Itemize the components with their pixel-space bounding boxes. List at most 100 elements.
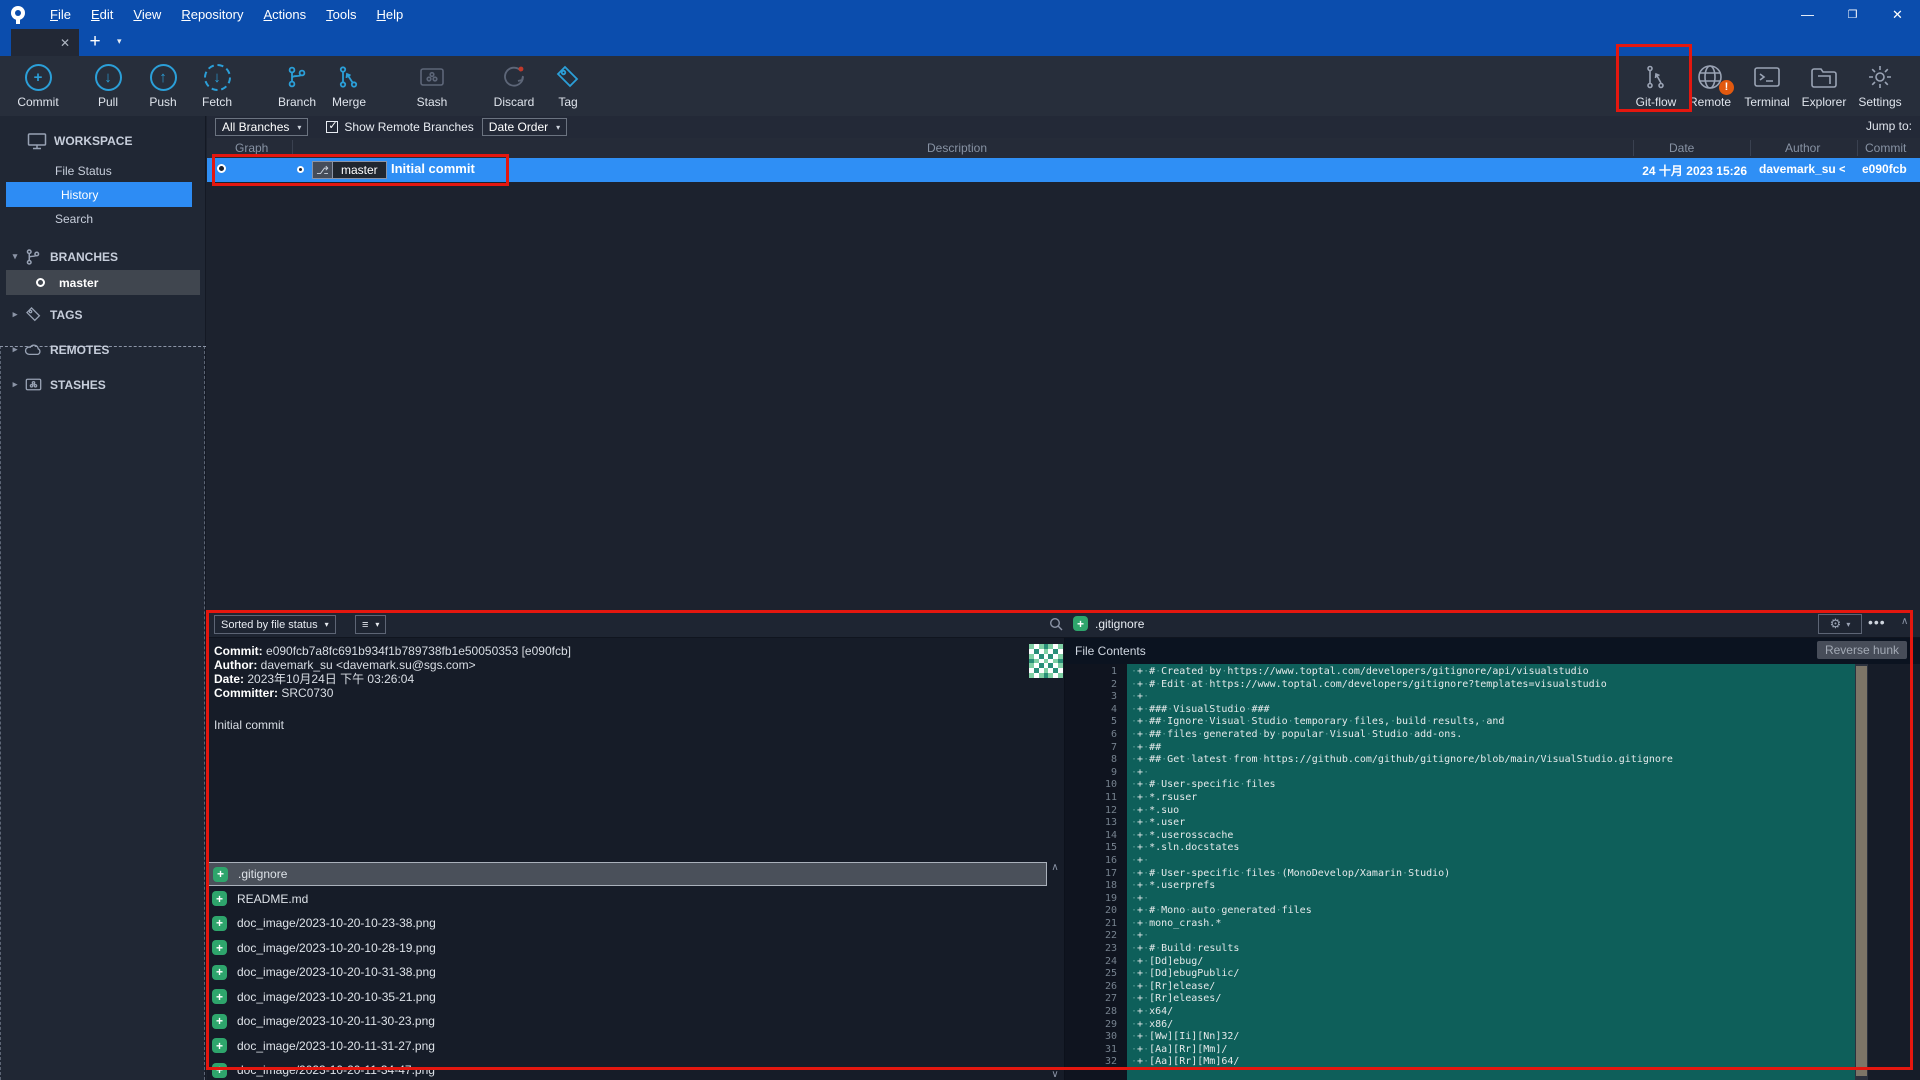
discard-label: Discard xyxy=(494,95,535,109)
diff-line-text: ·+·## xyxy=(1127,742,1855,755)
minimize-button[interactable]: — xyxy=(1785,0,1830,29)
file-row[interactable]: +doc_image/2023-10-20-10-31-38.png xyxy=(207,960,1047,984)
repository-tab[interactable]: ✕ xyxy=(11,29,79,56)
collapse-panel-icon[interactable]: ∧ xyxy=(1901,616,1908,627)
restore-button[interactable]: ❐ xyxy=(1830,0,1875,29)
discard-icon xyxy=(499,62,529,92)
cloud-icon xyxy=(22,343,44,357)
sidebar-section-branches[interactable]: ▾BRANCHES xyxy=(0,244,206,269)
file-row[interactable]: +doc_image/2023-10-20-10-35-21.png xyxy=(207,985,1047,1009)
diff-line-text: ·+·[Aa][Rr][Mm]64/ xyxy=(1127,1056,1855,1069)
chevron-right-icon: ▸ xyxy=(8,379,22,390)
sidebar-item-search[interactable]: Search xyxy=(0,206,206,231)
file-row[interactable]: +.gitignore xyxy=(207,862,1047,886)
file-row[interactable]: +doc_image/2023-10-20-11-31-27.png xyxy=(207,1034,1047,1058)
diff-settings-dropdown[interactable]: ⚙▾ xyxy=(1818,614,1862,634)
column-author[interactable]: Author xyxy=(1785,141,1820,155)
tab-close-icon[interactable]: ✕ xyxy=(60,36,79,50)
column-graph[interactable]: Graph xyxy=(235,141,268,155)
detail-toolbar: Sorted by file status▾ ≡▾ + .gitignore ⚙… xyxy=(207,610,1920,638)
fetch-button[interactable]: ↓Fetch xyxy=(179,62,255,109)
diff-line-number: 5 xyxy=(1065,716,1127,729)
diff-scrollbar[interactable] xyxy=(1855,664,1868,1080)
merge-label: Merge xyxy=(332,95,366,109)
column-description[interactable]: Description xyxy=(927,141,987,155)
settings-gear-icon xyxy=(1865,62,1895,92)
file-row[interactable]: +doc_image/2023-10-20-10-23-38.png xyxy=(207,911,1047,935)
commit-row[interactable]: ⎇ master Initial commit 24 十月 2023 15:26… xyxy=(207,158,1920,182)
diff-line-text: ·+·[Dd]ebug/ xyxy=(1127,956,1855,969)
sort-order-dropdown[interactable]: Date Order▾ xyxy=(482,118,567,136)
sidebar-item-file-status[interactable]: File Status xyxy=(0,158,206,183)
sidebar-label: REMOTES xyxy=(50,343,109,357)
file-row[interactable]: +doc_image/2023-10-20-11-30-23.png xyxy=(207,1009,1047,1033)
menu-item-actions[interactable]: Actions xyxy=(253,0,316,29)
main-toolbar: +Commit↓Pull↑Push↓FetchBranchMergeStashD… xyxy=(0,56,1920,116)
sidebar-section-workspace[interactable]: WORKSPACE xyxy=(0,128,206,153)
file-row[interactable]: +doc_image/2023-10-20-11-34-47.png xyxy=(207,1058,1047,1080)
diff-line-number: 10 xyxy=(1065,779,1127,792)
menu-item-help[interactable]: Help xyxy=(366,0,413,29)
diff-line: 1·+·#·Created·by·https://www.toptal.com/… xyxy=(1065,666,1855,679)
sidebar-item-history[interactable]: History xyxy=(6,182,192,207)
sidebar-label: WORKSPACE xyxy=(54,134,132,148)
view-options-dropdown[interactable]: ≡▾ xyxy=(355,615,386,634)
menu-item-view[interactable]: View xyxy=(123,0,171,29)
stash-button[interactable]: Stash xyxy=(394,62,470,109)
commit-button[interactable]: +Commit xyxy=(0,62,76,109)
file-added-icon: + xyxy=(212,1038,227,1053)
tab-dropdown-icon[interactable]: ▾ xyxy=(117,36,122,47)
column-commit[interactable]: Commit xyxy=(1865,141,1906,155)
chevron-right-icon: ▸ xyxy=(8,344,22,355)
file-row[interactable]: +README.md xyxy=(207,887,1047,911)
menu-item-tools[interactable]: Tools xyxy=(316,0,366,29)
diff-line-text: ·+·#·Build·results xyxy=(1127,943,1855,956)
history-graph-area[interactable] xyxy=(207,182,1920,610)
diff-line-text: ·+·##·Ignore·Visual·Studio·temporary·fil… xyxy=(1127,716,1855,729)
settings-button[interactable]: Settings xyxy=(1842,62,1918,109)
file-added-icon: + xyxy=(212,940,227,955)
branch-icon xyxy=(22,248,44,266)
diff-line: 23·+·#·Build·results xyxy=(1065,943,1855,956)
sidebar-section-stashes[interactable]: ▸STASHES xyxy=(0,372,206,397)
more-options-button[interactable]: ••• xyxy=(1868,614,1886,630)
diff-line: 13·+·*.user xyxy=(1065,817,1855,830)
diff-line-number: 20 xyxy=(1065,905,1127,918)
tag-button[interactable]: Tag xyxy=(530,62,606,109)
reverse-hunk-button[interactable]: Reverse hunk xyxy=(1817,641,1907,659)
diff-line-number: 18 xyxy=(1065,880,1127,893)
branch-badge[interactable]: ⎇ master xyxy=(312,161,387,179)
sidebar-branch-master[interactable]: master xyxy=(6,270,200,295)
file-row[interactable]: +doc_image/2023-10-20-10-28-19.png xyxy=(207,936,1047,960)
show-remote-branches-checkbox[interactable]: Show Remote Branches xyxy=(326,120,473,134)
pull-label: Pull xyxy=(98,95,118,109)
file-added-icon: + xyxy=(212,891,227,906)
diff-line-number: 22 xyxy=(1065,930,1127,943)
chevron-down-icon: ▾ xyxy=(325,620,329,629)
sidebar-section-remotes[interactable]: ▸ REMOTES xyxy=(0,337,206,362)
scroll-down-icon[interactable]: ∨ xyxy=(1047,1069,1063,1080)
file-tab-label[interactable]: .gitignore xyxy=(1095,617,1144,631)
branch-filter-dropdown[interactable]: All Branches▾ xyxy=(215,118,308,136)
diff-line-number: 19 xyxy=(1065,893,1127,906)
history-column-headers: Graph Description Date Author Commit xyxy=(207,138,1920,158)
search-icon[interactable] xyxy=(1049,617,1063,631)
diff-line-number: 17 xyxy=(1065,868,1127,881)
sourcetree-window: FileEditViewRepositoryActionsToolsHelp —… xyxy=(0,0,1920,1080)
menu-item-repository[interactable]: Repository xyxy=(171,0,253,29)
file-list-scrollbar[interactable]: ∧ ∨ xyxy=(1047,862,1063,1080)
new-tab-button[interactable]: + xyxy=(84,31,106,53)
diff-line: 8·+·##·Get·latest·from·https://github.co… xyxy=(1065,754,1855,767)
close-button[interactable]: ✕ xyxy=(1875,0,1920,29)
graph-node-icon xyxy=(297,166,304,173)
chevron-down-icon: ▾ xyxy=(8,251,22,262)
menu-item-edit[interactable]: Edit xyxy=(81,0,123,29)
sidebar-dropzone xyxy=(0,346,205,1080)
file-sort-dropdown[interactable]: Sorted by file status▾ xyxy=(214,615,336,634)
menu-item-file[interactable]: File xyxy=(40,0,81,29)
merge-button[interactable]: Merge xyxy=(311,62,387,109)
window-controls: — ❐ ✕ xyxy=(1785,0,1920,29)
scroll-up-icon[interactable]: ∧ xyxy=(1047,862,1063,873)
column-date[interactable]: Date xyxy=(1669,141,1694,155)
sidebar-section-tags[interactable]: ▸TAGS xyxy=(0,302,206,327)
